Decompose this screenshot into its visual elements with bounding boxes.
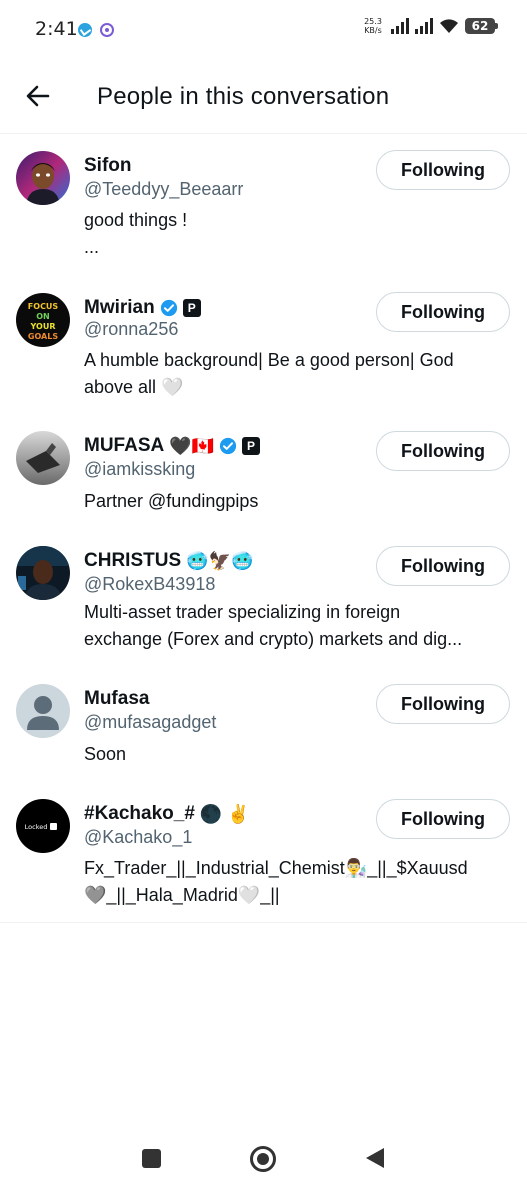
affiliate-badge-icon: P: [242, 437, 261, 455]
user-name: Mwirian: [84, 297, 155, 318]
battery-icon: 62: [465, 18, 498, 34]
notification-icons: [78, 23, 114, 37]
svg-text:GOALS: GOALS: [28, 332, 58, 341]
signal-icon-1: [391, 18, 409, 34]
following-button[interactable]: Following: [376, 431, 510, 471]
verified-badge-icon: [219, 437, 237, 455]
bio-line: Multi-asset trader specializing in forei…: [84, 602, 401, 622]
network-speed-unit: KB/s: [364, 26, 382, 35]
following-button[interactable]: Following: [376, 292, 510, 332]
user-handle: @RokexB43918: [84, 574, 216, 594]
following-button[interactable]: Following: [376, 684, 510, 724]
name-emojis: 🥶🦅🥶: [186, 550, 254, 571]
user-bio: good things ! ...: [84, 207, 514, 261]
bio-line: above all 🤍: [84, 377, 184, 397]
user-bio: Partner @fundingpips: [84, 488, 514, 515]
affiliate-badge-icon: P: [182, 299, 201, 317]
user-row[interactable]: Mufasa @mufasagadget Soon Following: [0, 668, 527, 783]
user-row[interactable]: CHRISTUS 🥶🦅🥶 @RokexB43918 Multi-asset tr…: [0, 528, 527, 668]
user-row[interactable]: FOCUS ON YOUR GOALS Mwirian P @ronna256 …: [0, 273, 527, 413]
svg-text:ON: ON: [36, 312, 50, 321]
user-row[interactable]: Locked in #Kachako_# 🌑 ✌️ @Kachako_1 Fx_…: [0, 783, 527, 922]
avatar[interactable]: Locked in: [16, 799, 70, 853]
user-name: CHRISTUS: [84, 550, 182, 571]
user-name: MUFASA: [84, 435, 165, 456]
user-name: #Kachako_#: [84, 803, 195, 824]
status-indicators: 25.3 KB/s 62: [361, 17, 498, 35]
wifi-icon: [440, 19, 458, 33]
following-button[interactable]: Following: [376, 546, 510, 586]
user-name: Mufasa: [84, 688, 150, 709]
avatar[interactable]: [16, 684, 70, 738]
user-name-line: #Kachako_# 🌑 ✌️: [84, 803, 250, 825]
status-time: 2:41: [35, 18, 78, 40]
avatar[interactable]: [16, 431, 70, 485]
user-handle: @iamkissking: [84, 459, 196, 479]
app-notification-icon: [100, 23, 114, 37]
header: People in this conversation: [0, 60, 527, 134]
user-name-line: MUFASA 🖤🇨🇦 P: [84, 435, 261, 457]
user-name-line: Mufasa: [84, 688, 149, 710]
user-bio: A humble background| Be a good person| G…: [84, 347, 514, 401]
user-name-line: Sifon: [84, 155, 132, 177]
user-handle: @mufasagadget: [84, 712, 217, 732]
user-handle: @Teeddyy_Beeaarr: [84, 179, 244, 199]
user-name-line: Mwirian P: [84, 297, 201, 319]
user-name: Sifon: [84, 155, 132, 176]
bio-line: ...: [84, 237, 100, 257]
avatar[interactable]: FOCUS ON YOUR GOALS: [16, 293, 70, 347]
bio-line: good things !: [84, 210, 188, 230]
verified-badge-icon: [160, 299, 177, 317]
bio-line: Fx_Trader_||_Industrial_Chemist👨‍🔬_||_$X…: [84, 858, 468, 878]
bio-line: exchange (Forex and crypto) markets and …: [84, 629, 463, 649]
name-emojis: 🖤🇨🇦: [169, 435, 215, 456]
back-triangle-icon[interactable]: [366, 1148, 384, 1168]
status-bar: 2:41 25.3 KB/s 62: [0, 0, 527, 60]
avatar[interactable]: [16, 151, 70, 205]
svg-text:YOUR: YOUR: [30, 322, 56, 331]
home-icon[interactable]: [250, 1146, 276, 1172]
signal-icon-2: [415, 18, 433, 34]
bio-line: A humble background| Be a good person| G…: [84, 350, 454, 370]
bio-line: Partner @fundingpips: [84, 491, 259, 511]
recent-apps-icon[interactable]: [142, 1149, 161, 1168]
page-title: People in this conversation: [97, 83, 390, 110]
user-bio: Fx_Trader_||_Industrial_Chemist👨‍🔬_||_$X…: [84, 855, 514, 909]
user-bio: Soon: [84, 741, 514, 768]
user-bio: Multi-asset trader specializing in forei…: [84, 599, 514, 653]
user-row[interactable]: Sifon @Teeddyy_Beeaarr good things ! ...…: [0, 135, 527, 273]
following-button[interactable]: Following: [376, 799, 510, 839]
bio-line: 🩶_||_Hala_Madrid🤍_||: [84, 885, 280, 905]
bio-line: Soon: [84, 744, 127, 764]
user-handle: @ronna256: [84, 319, 179, 339]
list-divider: [0, 922, 527, 923]
following-button[interactable]: Following: [376, 150, 510, 190]
arrow-left-icon[interactable]: [22, 80, 54, 112]
user-row[interactable]: MUFASA 🖤🇨🇦 P @iamkissking Partner @fundi…: [0, 413, 527, 528]
user-name-line: CHRISTUS 🥶🦅🥶: [84, 550, 253, 572]
avatar[interactable]: [16, 546, 70, 600]
telegram-icon: [78, 23, 92, 37]
system-nav-bar: [0, 1130, 527, 1200]
network-speed: 25.3 KB/s: [361, 17, 385, 35]
network-speed-value: 25.3: [364, 17, 382, 26]
name-emojis: 🌑 ✌️: [199, 803, 250, 824]
user-handle: @Kachako_1: [84, 827, 193, 847]
svg-text:FOCUS: FOCUS: [28, 302, 59, 311]
